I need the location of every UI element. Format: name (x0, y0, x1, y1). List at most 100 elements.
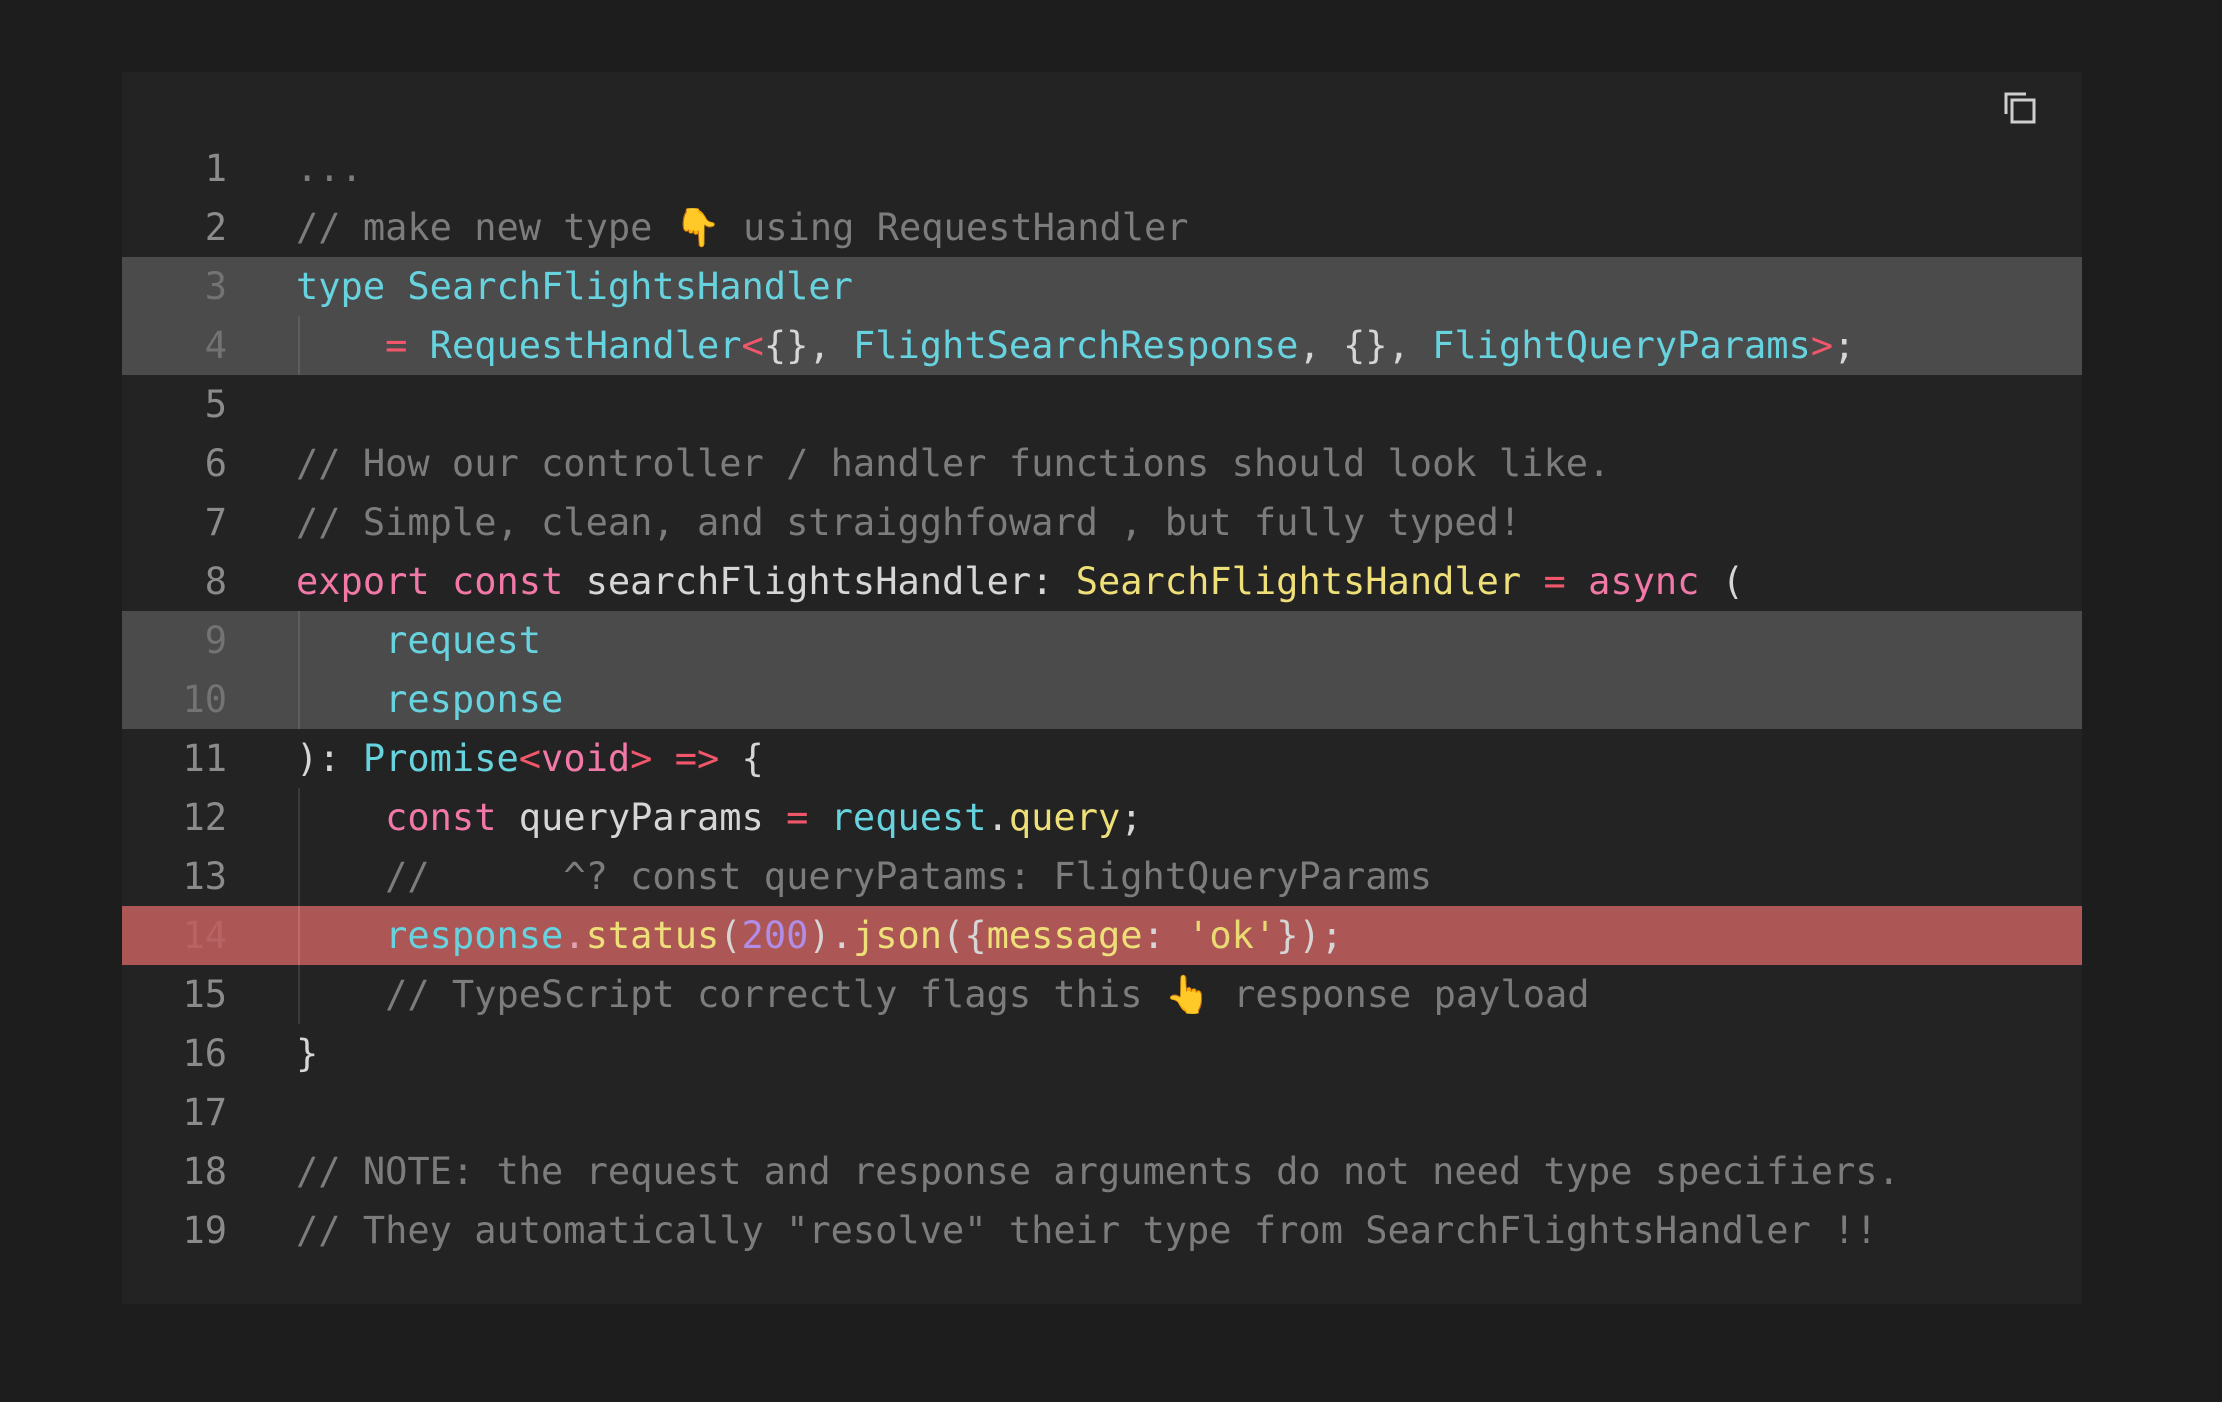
line-number: 4 (204, 324, 227, 367)
code-token: ( (719, 914, 742, 957)
code-token: async (1588, 560, 1700, 603)
code-token: json (852, 914, 943, 957)
code-token: // ^? const queryPatams: FlightQueryPara… (385, 855, 1433, 898)
code-line: 18 // NOTE: the request and response argu… (122, 1142, 2082, 1201)
code-token: // NOTE: the request and response argume… (296, 1150, 1900, 1193)
code-token: > (1810, 324, 1834, 367)
line-number: 16 (182, 1032, 227, 1075)
code-token: > (630, 737, 653, 780)
code-line: 2 // make new type 👇 using RequestHandler (122, 198, 2082, 257)
code-line: 11): Promise<void> => { (122, 729, 2082, 788)
code-token: FlightSearchResponse (852, 324, 1299, 367)
code-token: request (830, 796, 987, 839)
copy-icon (2004, 92, 2036, 124)
code-token: = (1543, 560, 1566, 603)
line-content: // ^? const queryPatams: FlightQueryPara… (296, 847, 1432, 906)
line-number: 3 (204, 265, 227, 308)
code-block: 1... 2 // make new type 👇 using RequestHan… (122, 72, 2082, 1304)
code-token: ... (296, 147, 363, 190)
line-number: 13 (182, 855, 227, 898)
line-number: 19 (182, 1209, 227, 1252)
code-token: SearchFlightsHandler (1075, 560, 1522, 603)
code-token: message (986, 914, 1143, 957)
code-token: // How our controller / handler function… (296, 442, 1611, 485)
line-content: ... (296, 139, 363, 198)
code-token: ; (1833, 324, 1856, 367)
code-token: ; (1120, 796, 1143, 839)
code-token: = (786, 796, 809, 839)
line-number: 15 (182, 973, 227, 1016)
highlighted-line: 3 type SearchFlightsHandler (122, 257, 2082, 316)
code-token: response (385, 914, 564, 957)
code-token: // TypeScript correctly flags this (385, 973, 1165, 1016)
line-number: 7 (204, 501, 227, 544)
line-content: response.status(200).json({message: 'ok'… (296, 906, 1343, 965)
code-token: using RequestHandler (720, 206, 1189, 249)
line-content: } (296, 1024, 318, 1083)
code-token: { (719, 737, 764, 780)
code-token: ( (1699, 560, 1745, 603)
code-token: status (585, 914, 720, 957)
code-token: {}, (763, 324, 853, 367)
code-token: // They automatically "resolve" their ty… (296, 1209, 1878, 1252)
code-token: // make new type (296, 206, 675, 249)
code-token: ({ (942, 914, 987, 957)
pointing-down-icon: 👇 (674, 206, 721, 249)
copy-button[interactable] (1996, 84, 2044, 132)
error-line: 14 response.status(200).json({message: '… (122, 906, 2082, 965)
code-token: response (385, 678, 564, 721)
line-number: 8 (204, 560, 227, 603)
line-number: 17 (182, 1091, 227, 1134)
line-content: // make new type 👇 using RequestHandler (296, 198, 1189, 257)
code-line: 16} (122, 1024, 2082, 1083)
line-content: type SearchFlightsHandler (296, 257, 853, 316)
line-number: 1 (204, 147, 227, 190)
code-token: 200 (741, 914, 809, 957)
code-token: query (1008, 796, 1121, 839)
code-token: < (741, 324, 764, 367)
line-number: 2 (204, 206, 227, 249)
code-token: response payload (1210, 973, 1590, 1016)
line-content: request (296, 611, 541, 670)
code-line: 1... (122, 139, 2082, 198)
code-token: type (296, 265, 386, 308)
code-line: 8 export const searchFlightsHandler: Sear… (122, 552, 2082, 611)
highlighted-line: 4 = RequestHandler<{}, FlightSearchRespo… (122, 316, 2082, 375)
line-content: // TypeScript correctly flags this 👆 res… (296, 965, 1590, 1024)
code-line: 6 // How our controller / handler functio… (122, 434, 2082, 493)
code-token: ). (808, 914, 853, 957)
code-token: FlightQueryParams (1432, 324, 1811, 367)
code-token: const (451, 560, 564, 603)
line-content: // How our controller / handler function… (296, 434, 1610, 493)
line-content: const queryParams = request.query; (296, 788, 1143, 847)
line-content: // Simple, clean, and straigghfoward , b… (296, 493, 1521, 552)
highlighted-line: 9 request (122, 611, 2082, 670)
code-token: void (541, 737, 631, 780)
line-number: 10 (182, 678, 227, 721)
line-content: // They automatically "resolve" their ty… (296, 1201, 1878, 1260)
line-number: 12 (182, 796, 227, 839)
code-token: } (296, 1032, 319, 1075)
line-number: 6 (204, 442, 227, 485)
code-token: RequestHandler (429, 324, 742, 367)
code-token: => (674, 737, 720, 780)
code-line: 15 // TypeScript correctly flags this 👆 … (122, 965, 2082, 1024)
code-token: < (518, 737, 542, 780)
code-lines: 1... 2 // make new type 👇 using RequestHan… (122, 139, 2082, 1260)
code-token: queryParams (496, 796, 787, 839)
line-number: 9 (204, 619, 227, 662)
code-token: // Simple, clean, and straigghfoward , b… (296, 501, 1522, 544)
code-token: export (296, 560, 430, 603)
line-number: 14 (182, 914, 227, 957)
code-token: . (563, 914, 586, 957)
line-content: response (296, 670, 563, 729)
